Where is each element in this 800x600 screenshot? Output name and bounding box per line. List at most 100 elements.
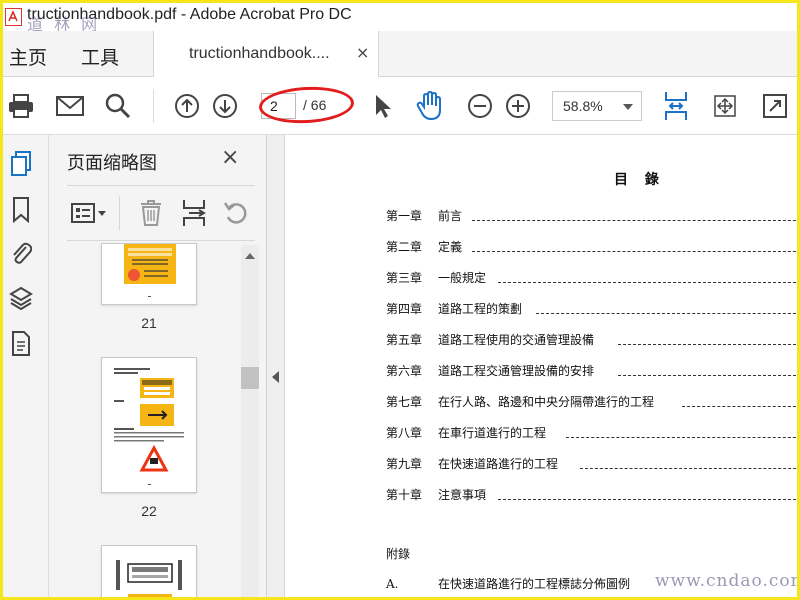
toc-leader [472,220,797,221]
toc-leader [536,313,797,314]
toc-leader [580,468,797,469]
thumbnail-page-21[interactable] [101,243,197,305]
toc-name: 前言 [438,209,463,223]
toc-entry[interactable]: 第三章 一般規定 [386,269,797,289]
acrobat-icon [5,8,22,26]
toc-chapter: 第三章 [386,271,423,285]
thumbnail-21-preview [124,244,176,297]
toc-entry[interactable]: 第二章 定義 [386,238,797,258]
toc-name: 道路工程交通管理設備的安排 [438,364,595,378]
toc-entry[interactable]: 第十章 注意事項 [386,486,797,506]
toc-title: 目 錄 [614,172,665,188]
thumbnail-number: 21 [141,315,157,331]
toc-entry[interactable]: 第九章 在快速道路進行的工程 [386,455,797,475]
appendix-name: 在快速道路進行的工程標誌分佈圖例 [438,577,631,591]
toolbar-divider [153,89,154,123]
thumbnail-options-icon[interactable] [71,198,107,228]
document-tab-label: tructionhandbook.... [189,45,330,62]
zoom-out-icon[interactable] [465,91,495,121]
toc-chapter: 第二章 [386,240,423,254]
thumbnail-23-preview [116,560,182,597]
toc-entry[interactable]: 第六章 道路工程交通管理設備的安排 [386,362,797,382]
page-up-icon[interactable] [172,91,202,121]
insert-page-icon[interactable] [181,198,207,228]
trash-icon[interactable] [139,198,163,228]
toc-name: 在行人路、路邊和中央分隔帶進行的工程 [438,395,655,409]
toc-name: 道路工程的策劃 [438,302,523,316]
toc-chapter: 第七章 [386,395,423,409]
page-thumbnails-icon[interactable] [9,151,33,177]
close-tab-icon[interactable]: × [356,43,369,62]
toc-leader [682,406,797,407]
appendix-label: A. [386,577,399,591]
toc-chapter: 第十章 [386,488,423,502]
hand-tool-icon[interactable] [415,91,445,121]
app-window: tructionhandbook.pdf - Adobe Acrobat Pro… [0,0,800,600]
toc-name: 在車行道進行的工程 [438,426,547,440]
print-icon[interactable] [6,91,36,121]
attachments-icon[interactable] [9,239,33,265]
toc-leader [472,251,797,252]
panel-toolbar-divider [119,196,120,230]
toc-entry[interactable]: 第七章 在行人路、路邊和中央分隔帶進行的工程 [386,393,797,413]
close-panel-icon[interactable]: × [221,145,239,170]
toc-chapter: 第八章 [386,426,423,440]
toc-chapter: 第一章 [386,209,423,223]
left-rail [3,135,49,597]
toc-name: 在快速道路進行的工程 [438,457,559,471]
document-view: 目 錄 第一章 前言 第二章 定義 第三章 一般規定 第四章 道路工程的策劃 第五章 道路… [286,135,797,597]
toc-entry[interactable]: 第五章 道路工程使用的交通管理設備 [386,331,797,351]
menu-bar: 主页 工具 tructionhandbook.... × [3,31,797,77]
toc-chapter: 第六章 [386,364,423,378]
search-icon[interactable] [103,91,133,121]
toc-chapter: 第四章 [386,302,423,316]
read-mode-icon[interactable] [760,91,790,121]
appendix-title: 附錄 [386,547,411,561]
layers-icon[interactable] [9,285,33,311]
document-tab[interactable]: tructionhandbook.... × [153,31,379,77]
toc-chapter: 第九章 [386,457,423,471]
thumbnail-number: 22 [141,503,157,519]
panel-collapse-strip[interactable] [267,135,285,597]
toc-leader [566,437,797,438]
zoom-value: 58.8% [563,98,603,114]
appendix-entry[interactable]: A. 在快速道路進行的工程標誌分佈圖例 [386,575,630,592]
zoom-dropdown[interactable]: 58.8% [552,91,642,121]
toc-leader [498,282,797,283]
thumbnail-scrollbar[interactable] [241,245,259,597]
annotation-ellipse [258,84,355,126]
watermark-bottom: www.cndao.com [655,571,800,591]
panel-toolbar [67,185,255,241]
rotate-icon[interactable] [223,198,249,228]
fit-page-icon[interactable] [661,91,691,121]
toc-name: 注意事項 [438,488,487,502]
email-icon[interactable] [55,91,85,121]
thumbnail-list: 21 22 [67,243,239,597]
thumbnail-page-23[interactable] [101,545,197,597]
document-icon[interactable] [9,331,33,357]
toc-entry[interactable]: 第一章 前言 [386,207,797,227]
toc-name: 一般規定 [438,271,487,285]
thumbnail-22-preview [114,368,184,485]
tools-menu[interactable]: 工具 [81,43,119,70]
toc-leader [618,375,797,376]
toolbar: / 66 58.8% [3,77,797,135]
thumbnails-panel: 页面缩略图 × 21 22 [49,135,267,597]
toc-entry[interactable]: 第四章 道路工程的策劃 [386,300,797,320]
page-down-icon[interactable] [210,91,240,121]
select-cursor-icon[interactable] [368,91,398,121]
thumbnail-page-22[interactable] [101,357,197,493]
panel-title: 页面缩略图 [67,153,157,174]
scroll-up-icon[interactable] [245,253,255,259]
collapse-panel-icon[interactable] [272,371,279,383]
toc-name: 道路工程使用的交通管理設備 [438,333,595,347]
scroll-thumb[interactable] [241,367,259,389]
zoom-in-icon[interactable] [503,91,533,121]
toc-entry[interactable]: 第八章 在車行道進行的工程 [386,424,797,444]
toc-leader [498,499,797,500]
bookmarks-icon[interactable] [9,197,33,223]
chevron-down-icon [623,104,633,110]
home-menu[interactable]: 主页 [9,43,47,70]
title-bar: tructionhandbook.pdf - Adobe Acrobat Pro… [3,3,797,34]
fullscreen-fit-icon[interactable] [710,91,740,121]
